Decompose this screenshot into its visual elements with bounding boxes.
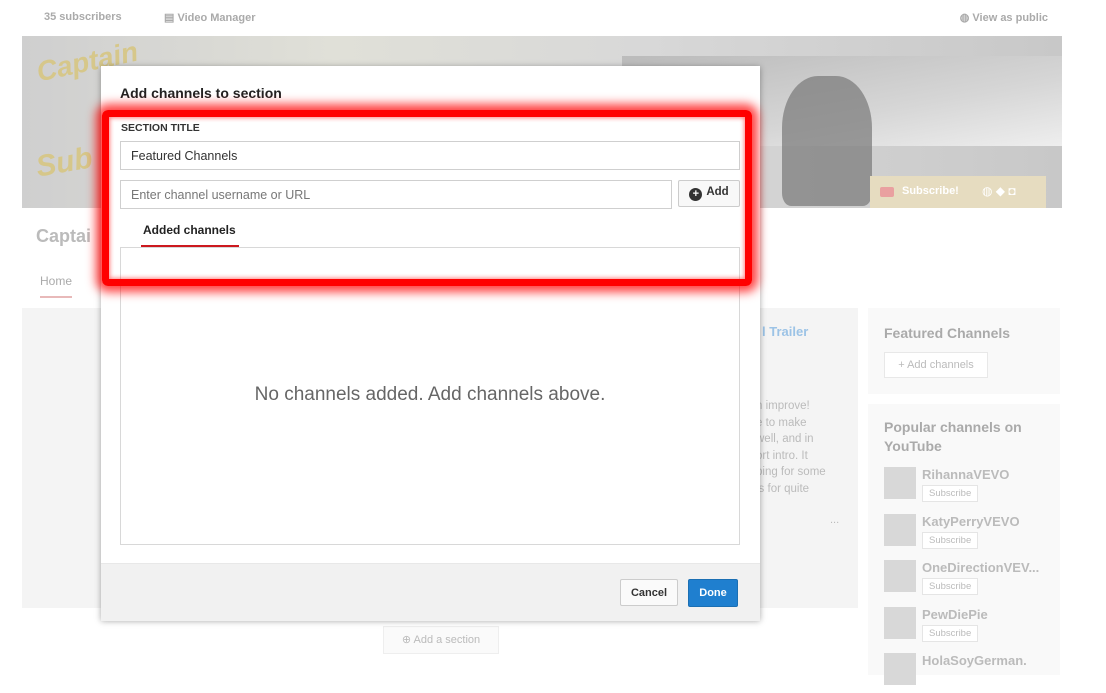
add-channel-button[interactable]: + Add [678,180,740,207]
section-title-input[interactable] [120,141,740,170]
empty-state-message: No channels added. Add channels above. [254,384,606,405]
added-channels-list: No channels added. Add channels above. [120,247,740,545]
section-title-label: SECTION TITLE [121,122,200,134]
add-channels-dialog: Add channels to section SECTION TITLE +A… [101,66,760,621]
done-button[interactable]: Done [688,579,738,607]
add-channel-label: Add [706,186,729,198]
dialog-title: Add channels to section [120,85,282,101]
channel-url-input[interactable] [120,180,672,209]
cancel-button[interactable]: Cancel [620,579,678,606]
dialog-footer: Cancel Done [101,563,760,621]
tab-added-channels[interactable]: Added channels [141,223,239,248]
plus-circle-icon: + [689,188,703,201]
